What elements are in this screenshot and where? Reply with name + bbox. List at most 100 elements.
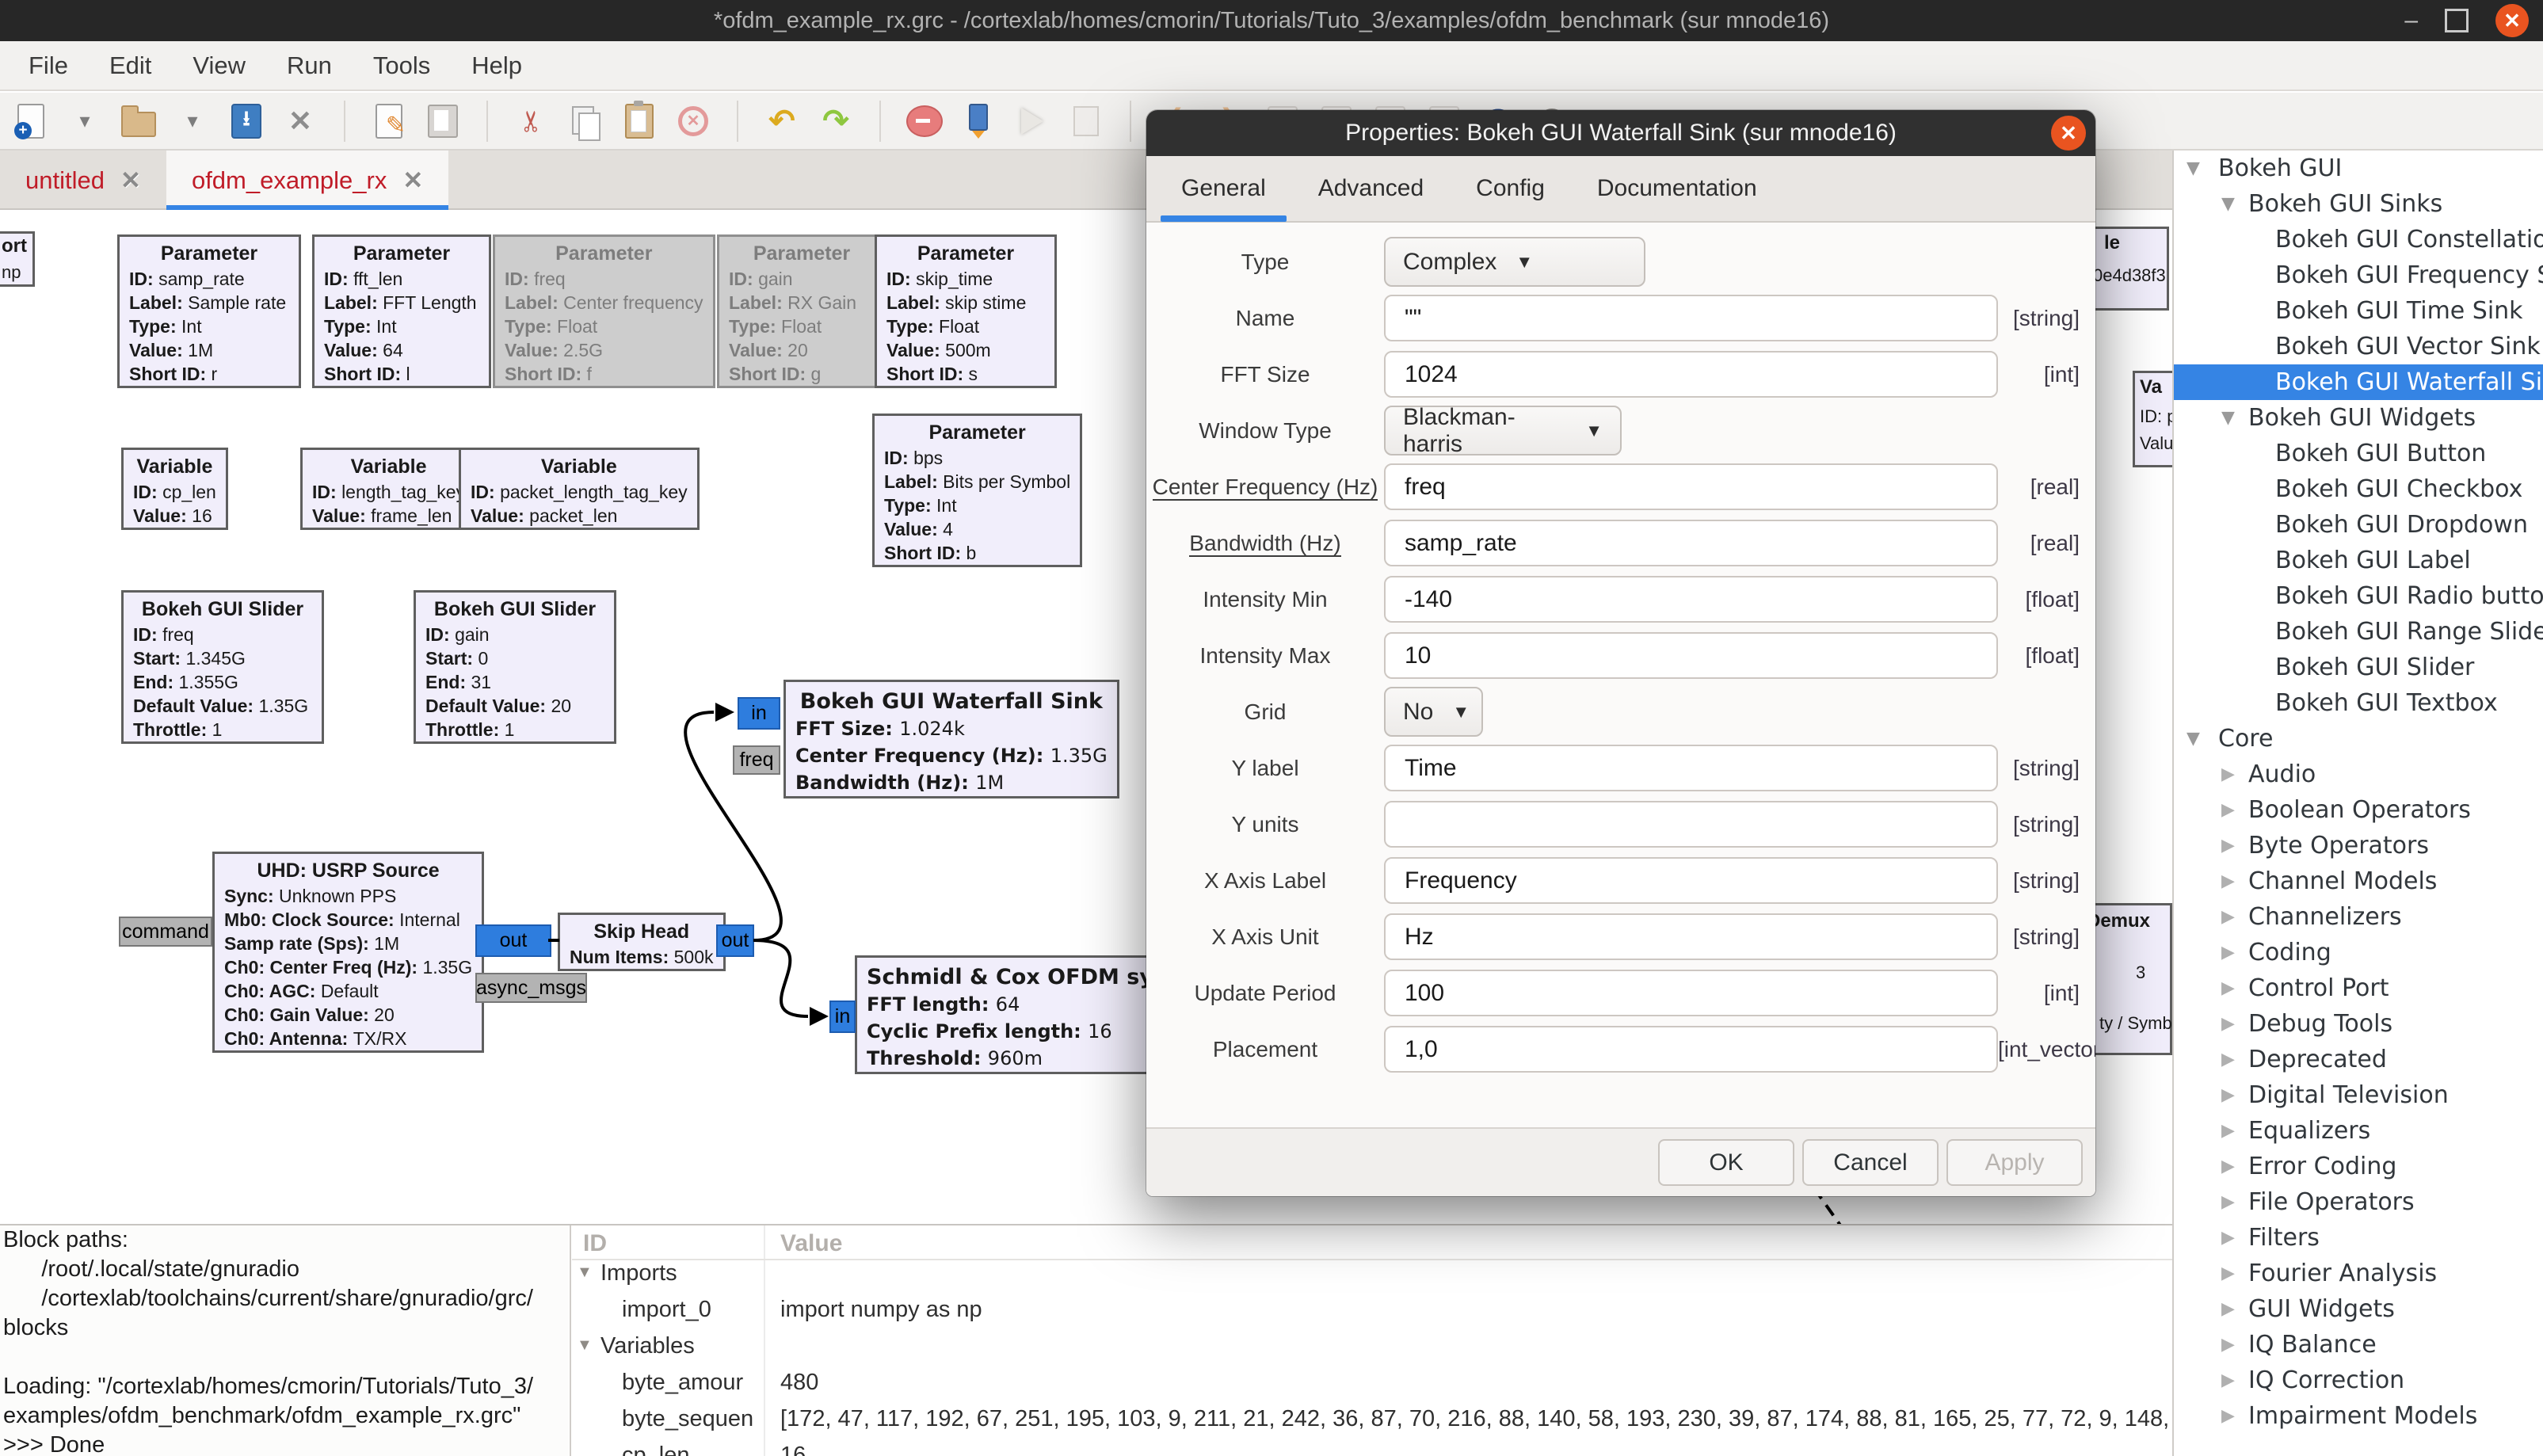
dialog-close-icon[interactable]: ✕ [2051,116,2086,151]
partial-block-variable-top-right[interactable]: le0e4d38f3 [2085,227,2169,311]
sidebar-item-iq-correction[interactable]: ▶IQ Correction [2174,1363,2543,1398]
sidebar-item-debug-tools[interactable]: ▶Debug Tools [2174,1006,2543,1042]
kill-icon[interactable] [1068,103,1104,139]
block-parameter-bps[interactable]: ParameterID: bpsLabel: Bits per SymbolTy… [872,414,1082,567]
input-intensity-min[interactable]: -140 [1384,576,1998,623]
chevron-right-icon[interactable]: ▶ [2221,1335,2235,1355]
block-parameter-gain[interactable]: ParameterID: gainLabel: RX GainType: Flo… [717,234,886,388]
sidebar-item-filters[interactable]: ▶Filters [2174,1220,2543,1256]
sidebar-item-deprecated[interactable]: ▶Deprecated [2174,1042,2543,1077]
sidebar-item-bokeh-gui-widgets[interactable]: ▼Bokeh GUI Widgets [2174,400,2543,436]
block-parameter-skip-time[interactable]: ParameterID: skip_timeLabel: skip stimeT… [875,234,1057,388]
sidebar-item-core[interactable]: ▼Core [2174,721,2543,757]
partial-block-variable-pilot[interactable]: VaID: pilotValue: (- [2133,371,2172,467]
sidebar-item-bokeh-gui-textbox[interactable]: Bokeh GUI Textbox [2174,685,2543,721]
sidebar-item-bokeh-gui-time-sink[interactable]: Bokeh GUI Time Sink [2174,293,2543,329]
sidebar-item-digital-television[interactable]: ▶Digital Television [2174,1077,2543,1113]
redo-icon[interactable]: ↷ [818,103,854,139]
chevron-down-icon[interactable]: ▼ [2187,158,2200,178]
block-bokeh-gui-slider-gain[interactable]: Bokeh GUI SliderID: gainStart: 0End: 31D… [414,590,616,744]
open-folder-icon[interactable] [120,103,157,139]
sidebar-item-error-coding[interactable]: ▶Error Coding [2174,1149,2543,1184]
cut-icon[interactable]: ✂ [513,103,550,139]
sidebar-item-bokeh-gui-dropdown[interactable]: Bokeh GUI Dropdown [2174,507,2543,543]
chevron-down-icon[interactable]: ▼ [577,1264,593,1282]
input-y-units[interactable] [1384,801,1998,848]
chevron-right-icon[interactable]: ▶ [2221,1121,2235,1141]
dropdown-grid[interactable]: No▼ [1384,687,1483,737]
chevron-right-icon[interactable]: ▶ [2221,1014,2235,1034]
sidebar-item-bokeh-gui[interactable]: ▼Bokeh GUI [2174,151,2543,186]
table-row[interactable]: byte_amour480 [572,1366,2172,1401]
chevron-down-icon[interactable]: ▼ [2221,408,2235,428]
clear-errors-icon[interactable]: ✕ [675,103,711,139]
tree-group-row[interactable]: ▼Variables [572,1330,2172,1365]
chevron-right-icon[interactable]: ▶ [2221,1299,2235,1319]
tree-group-row[interactable]: ▼Imports [572,1257,2172,1292]
block-bokeh-gui-waterfall-sink[interactable]: Bokeh GUI Waterfall SinkFFT Size: 1.024k… [783,680,1119,799]
sidebar-item-byte-operators[interactable]: ▶Byte Operators [2174,828,2543,863]
chevron-right-icon[interactable]: ▶ [2221,1192,2235,1212]
tab-untitled[interactable]: untitled✕ [0,151,166,210]
chevron-right-icon[interactable]: ▶ [2221,1157,2235,1176]
stop-icon[interactable] [906,103,943,139]
dropdown-caret-icon[interactable]: ▾ [67,103,103,139]
execute-icon[interactable] [1014,103,1050,139]
close-icon[interactable]: ✕ [2495,4,2529,37]
partial-block-import[interactable]: ortnp [0,231,35,287]
dialog-tab-advanced[interactable]: Advanced [1318,155,1424,222]
dropdown-caret-icon[interactable]: ▾ [174,103,211,139]
tab-close-icon[interactable]: ✕ [120,166,141,195]
paste-icon[interactable] [621,103,658,139]
block-uhd-usrp-source[interactable]: UHD: USRP SourceSync: Unknown PPSMb0: Cl… [212,852,484,1053]
edit-properties-icon[interactable]: ✎ [371,103,407,139]
sidebar-item-bokeh-gui-sinks[interactable]: ▼Bokeh GUI Sinks [2174,186,2543,222]
chevron-down-icon[interactable]: ▼ [2187,729,2200,749]
dialog-titlebar[interactable]: Properties: Bokeh GUI Waterfall Sink (su… [1146,110,2095,156]
port-schmidl-in[interactable]: in [829,1001,856,1033]
input-fft-size[interactable]: 1024 [1384,351,1998,398]
chevron-down-icon[interactable]: ▼ [2221,194,2235,214]
menu-edit[interactable]: Edit [89,51,172,80]
port-usrp-async-msgs[interactable]: async_msgs [475,973,587,1003]
chevron-right-icon[interactable]: ▶ [2221,943,2235,962]
menu-tools[interactable]: Tools [353,51,451,80]
sidebar-item-bokeh-gui-frequency-sink[interactable]: Bokeh GUI Frequency Sink [2174,257,2543,293]
chevron-right-icon[interactable]: ▶ [2221,907,2235,927]
port-waterfall-freq[interactable]: freq [733,745,780,775]
menu-view[interactable]: View [172,51,266,80]
port-waterfall-in[interactable]: in [738,697,780,730]
sidebar-item-bokeh-gui-waterfall-sink[interactable]: Bokeh GUI Waterfall Sink [2174,364,2543,400]
menu-run[interactable]: Run [266,51,353,80]
page-layout-icon[interactable] [425,103,461,139]
cancel-button[interactable]: Cancel [1802,1139,1939,1186]
block-variable-length-tag-key[interactable]: VariableID: length_tag_keyValue: frame_l… [300,448,477,530]
chevron-right-icon[interactable]: ▶ [2221,1050,2235,1069]
sidebar-item-boolean-operators[interactable]: ▶Boolean Operators [2174,792,2543,828]
new-file-icon[interactable]: + [13,103,49,139]
input-bandwidth-hz[interactable]: samp_rate [1384,520,1998,566]
block-skip-head[interactable]: Skip HeadNum Items: 500k [558,913,726,971]
ok-button[interactable]: OK [1658,1139,1794,1186]
sidebar-item-bokeh-gui-slider[interactable]: Bokeh GUI Slider [2174,650,2543,685]
apply-button[interactable]: Apply [1946,1139,2083,1186]
sidebar-item-impairment-models[interactable]: ▶Impairment Models [2174,1398,2543,1434]
sidebar-item-bokeh-gui-checkbox[interactable]: Bokeh GUI Checkbox [2174,471,2543,507]
chevron-right-icon[interactable]: ▶ [2221,871,2235,891]
table-row[interactable]: cp_len16 [572,1439,2172,1456]
block-parameter-samp-rate[interactable]: ParameterID: samp_rateLabel: Sample rate… [117,234,301,388]
dialog-tab-documentation[interactable]: Documentation [1597,155,1757,222]
port-usrp-command[interactable]: command [119,917,212,947]
chevron-right-icon[interactable]: ▶ [2221,764,2235,784]
sidebar-item-bokeh-gui-range-slider[interactable]: Bokeh GUI Range Slider [2174,614,2543,650]
sidebar-item-file-operators[interactable]: ▶File Operators [2174,1184,2543,1220]
chevron-right-icon[interactable]: ▶ [2221,800,2235,820]
sidebar-item-bokeh-gui-radio-buttons[interactable]: Bokeh GUI Radio buttons [2174,578,2543,614]
input-name[interactable]: "" [1384,295,1998,341]
chevron-right-icon[interactable]: ▶ [2221,836,2235,856]
generate-icon[interactable] [960,103,997,139]
sidebar-item-gui-widgets[interactable]: ▶GUI Widgets [2174,1291,2543,1327]
block-variable-cp-len[interactable]: VariableID: cp_lenValue: 16 [121,448,228,530]
sidebar-item-bokeh-gui-button[interactable]: Bokeh GUI Button [2174,436,2543,471]
table-row[interactable]: import_0import numpy as np [572,1294,2172,1328]
